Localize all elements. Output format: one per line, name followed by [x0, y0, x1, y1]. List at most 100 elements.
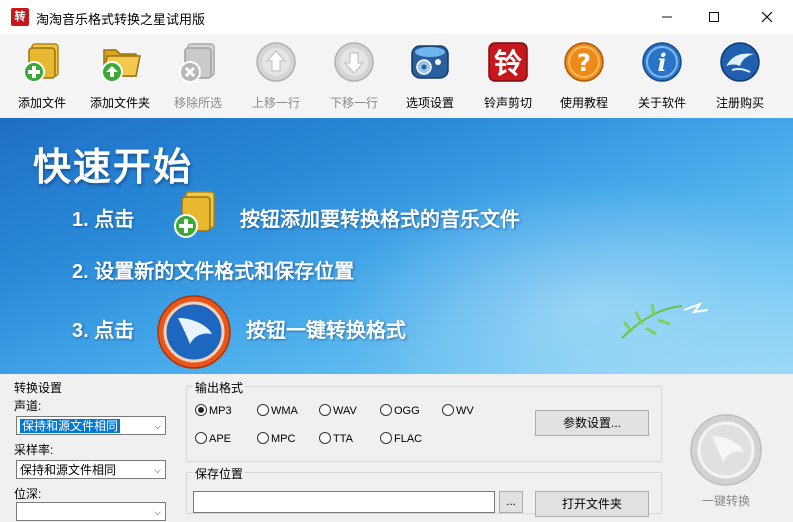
channel-label: 声道: [14, 399, 42, 413]
format-name: MP3 [209, 405, 232, 417]
maximize-icon [709, 12, 719, 22]
title-bar: 转 淘淘音乐格式转换之星试用版 [0, 0, 793, 34]
chevron-down-icon: ⌵ [154, 507, 161, 517]
one-click-convert-label: 一键转换 [701, 494, 750, 508]
svg-text:?: ? [577, 49, 591, 77]
chevron-down-icon: ⌵ [154, 465, 161, 475]
format-name: WMA [271, 405, 298, 417]
tool-label: 下移一行 [329, 96, 378, 110]
close-button[interactable] [744, 0, 790, 34]
add-file-icon [174, 191, 215, 238]
radio-dot [319, 404, 331, 416]
tool-label: 关于软件 [637, 96, 686, 110]
about-button[interactable]: i 关于软件 [626, 36, 698, 114]
banner-title: 快速开始 [33, 147, 194, 189]
radio-dot [195, 404, 207, 416]
format-radio-mpc[interactable]: MPC [257, 432, 295, 445]
quick-start-banner: 快速开始 1. 点击 按钮添加要转换格式的音乐文件 2. 设置新的文件格式和保存… [0, 118, 793, 374]
format-name: MPC [271, 433, 296, 445]
radio-dot [257, 404, 269, 416]
format-radio-wv[interactable]: WV [442, 404, 474, 417]
channel-value: 保持和源文件相同 [20, 419, 121, 433]
close-icon [761, 11, 773, 23]
bitdepth-select[interactable]: ⌵ [16, 502, 166, 521]
chevron-down-icon: ⌵ [154, 421, 161, 431]
step1-suffix: 按钮添加要转换格式的音乐文件 [240, 209, 520, 231]
radio-dot [380, 404, 392, 416]
register-icon [720, 42, 760, 82]
radio-dot [195, 432, 207, 444]
format-name: OGG [394, 405, 420, 417]
tool-label: 铃声剪切 [483, 96, 532, 110]
bitdepth-label: 位深: [14, 487, 42, 501]
save-path-input[interactable] [193, 491, 495, 513]
step3-prefix: 3. 点击 [72, 320, 135, 342]
format-radio-tta[interactable]: TTA [319, 432, 353, 445]
remove-selected-button[interactable]: 移除所选 [162, 36, 234, 114]
save-location-label: 保存位置 [193, 465, 246, 482]
tool-label: 上移一行 [251, 96, 300, 110]
format-name: FLAC [394, 433, 423, 445]
channel-select[interactable]: 保持和源文件相同 ⌵ [16, 416, 166, 435]
minimize-button[interactable] [644, 0, 690, 34]
radio-dot [442, 404, 454, 416]
output-format-label: 输出格式 [193, 379, 246, 396]
window-title: 淘淘音乐格式转换之星试用版 [36, 12, 206, 27]
format-radio-flac[interactable]: FLAC [380, 432, 422, 445]
add-folder-button[interactable]: 添加文件夹 [84, 36, 156, 114]
tool-label: 移除所选 [173, 96, 222, 110]
svg-text:i: i [657, 48, 666, 77]
radio-dot [380, 432, 392, 444]
open-folder-button[interactable]: 打开文件夹 [535, 491, 649, 517]
samplerate-label: 采样率: [14, 443, 54, 457]
maximize-button[interactable] [691, 0, 737, 34]
params-settings-button[interactable]: 参数设置... [535, 410, 649, 436]
tutorial-button[interactable]: ? 使用教程 [548, 36, 620, 114]
step3-suffix: 按钮一键转换格式 [246, 320, 406, 342]
samplerate-select[interactable]: 保持和源文件相同 ⌵ [16, 460, 166, 479]
move-up-icon [256, 42, 296, 82]
ringtone-icon: 铃 [488, 42, 528, 82]
settings-panel: 转换设置 声道: 保持和源文件相同 ⌵ 采样率: 保持和源文件相同 ⌵ 位深: … [0, 374, 793, 521]
format-radio-ogg[interactable]: OGG [380, 404, 420, 417]
ringtone-cut-button[interactable]: 铃 铃声剪切 [472, 36, 544, 114]
browse-button[interactable]: ... [499, 491, 523, 513]
info-icon: i [642, 42, 682, 82]
conversion-settings-label: 转换设置 [14, 381, 63, 395]
settings-icon [411, 45, 449, 79]
format-name: APE [209, 433, 232, 445]
add-file-icon [23, 43, 59, 83]
tool-label: 添加文件 [17, 96, 66, 110]
minimize-icon [662, 16, 672, 18]
svg-text:铃: 铃 [494, 47, 522, 80]
register-button[interactable]: 注册购买 [704, 36, 776, 114]
move-up-button[interactable]: 上移一行 [240, 36, 312, 114]
format-name: TTA [333, 433, 353, 445]
samplerate-value: 保持和源文件相同 [20, 463, 117, 477]
move-down-button[interactable]: 下移一行 [318, 36, 390, 114]
toolbar: 添加文件 添加文件夹 移除所选 上移一行 下移一行 选项设置 铃 铃声剪切 ? … [0, 34, 793, 119]
remove-icon [179, 43, 215, 83]
format-radio-wav[interactable]: WAV [319, 404, 357, 417]
format-radio-ape[interactable]: APE [195, 432, 231, 445]
app-icon: 转 [11, 8, 29, 26]
add-folder-icon [101, 49, 141, 83]
tool-label: 选项设置 [405, 96, 454, 110]
tool-label: 注册购买 [715, 96, 764, 110]
one-click-convert-icon[interactable] [688, 412, 764, 488]
help-icon: ? [564, 42, 604, 82]
tool-label: 使用教程 [559, 96, 608, 110]
format-radio-mp3[interactable]: MP3 [195, 404, 232, 417]
move-down-icon [334, 42, 374, 82]
add-file-button[interactable]: 添加文件 [6, 36, 78, 114]
options-button[interactable]: 选项设置 [394, 36, 466, 114]
radio-dot [257, 432, 269, 444]
format-name: WAV [333, 405, 357, 417]
step1-prefix: 1. 点击 [72, 209, 135, 231]
format-name: WV [456, 405, 474, 417]
format-radio-wma[interactable]: WMA [257, 404, 298, 417]
convert-icon [157, 295, 231, 369]
tool-label: 添加文件夹 [89, 96, 150, 110]
radio-dot [319, 432, 331, 444]
leaf-decoration-icon [621, 301, 709, 339]
